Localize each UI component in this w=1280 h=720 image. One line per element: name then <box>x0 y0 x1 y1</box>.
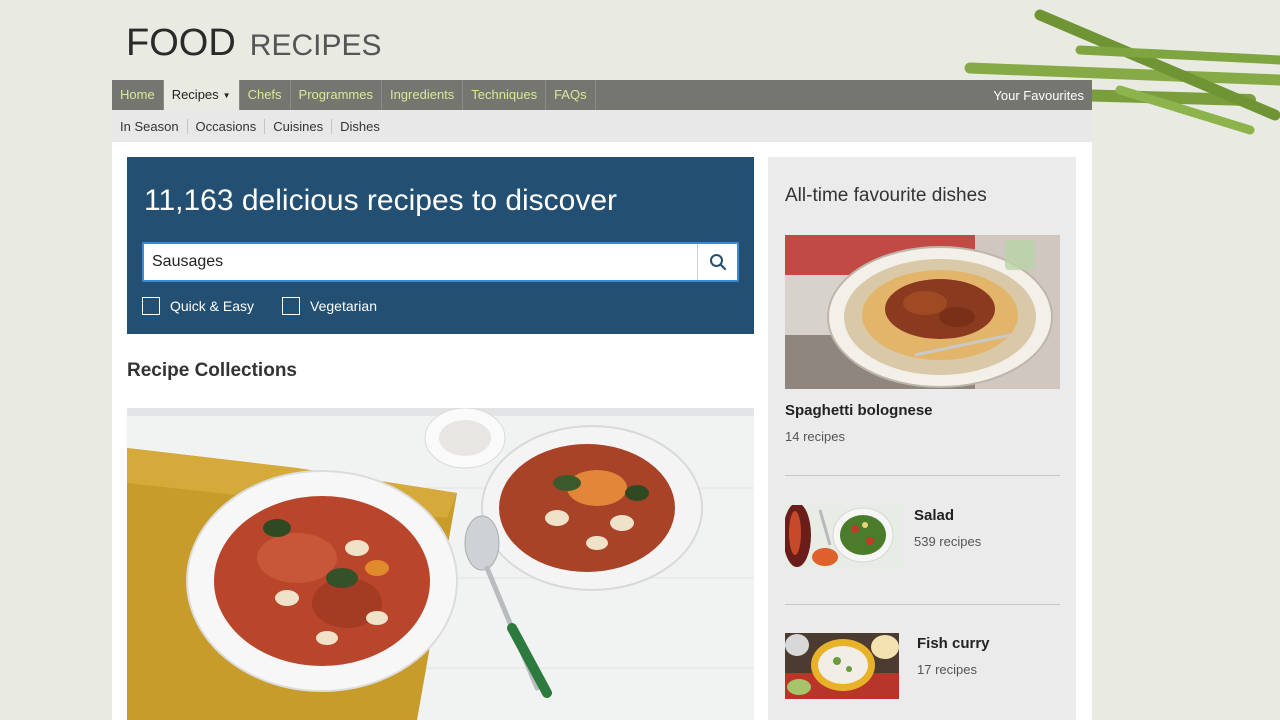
subnav-dishes[interactable]: Dishes <box>332 119 388 134</box>
favourite-dishes-title: All-time favourite dishes <box>785 185 987 206</box>
sub-nav: In Season Occasions Cuisines Dishes <box>112 110 1092 142</box>
filter-vegetarian[interactable]: Vegetarian <box>282 297 377 315</box>
featured-dish-name[interactable]: Spaghetti bolognese <box>785 402 933 419</box>
recipe-search-panel: 11,163 delicious recipes to discover Qui… <box>127 157 754 334</box>
collection-image[interactable] <box>127 408 754 720</box>
nav-faqs[interactable]: FAQs <box>546 80 596 110</box>
main-content: 11,163 delicious recipes to discover Qui… <box>112 142 1092 720</box>
salad-name[interactable]: Salad <box>914 507 954 524</box>
hero-title: 11,163 delicious recipes to discover <box>144 184 618 217</box>
search-icon <box>709 254 726 271</box>
recipe-collections-title: Recipe Collections <box>127 360 297 381</box>
logo-food: FOOD <box>126 22 236 64</box>
logo-recipes: RECIPES <box>249 29 382 62</box>
search-filters: Quick & Easy Vegetarian <box>142 297 377 315</box>
filter-vegetarian-label: Vegetarian <box>310 298 377 314</box>
nav-home[interactable]: Home <box>112 80 164 110</box>
fish-curry-count: 17 recipes <box>917 662 977 677</box>
spaghetti-bolognese-image[interactable] <box>785 235 1060 389</box>
site-logo[interactable]: FOOD RECIPES <box>126 22 382 65</box>
favourite-dishes-panel: All-time favourite dishes Spaghetti bolo… <box>768 157 1076 720</box>
main-nav: Home Recipes ▼ Chefs Programmes Ingredien… <box>112 80 1092 110</box>
nav-ingredients[interactable]: Ingredients <box>382 80 464 110</box>
subnav-cuisines[interactable]: Cuisines <box>265 118 333 134</box>
nav-chefs[interactable]: Chefs <box>240 80 291 110</box>
filter-quick-easy[interactable]: Quick & Easy <box>142 297 254 315</box>
search-input[interactable] <box>144 244 697 280</box>
divider <box>785 475 1060 476</box>
salad-count: 539 recipes <box>914 534 982 549</box>
salad-image[interactable] <box>785 505 899 569</box>
nav-your-favourites[interactable]: Your Favourites <box>993 88 1092 103</box>
divider <box>785 604 1060 605</box>
subnav-in-season[interactable]: In Season <box>112 118 188 134</box>
vegetarian-checkbox[interactable] <box>282 297 301 315</box>
search-box <box>142 242 739 282</box>
search-button[interactable] <box>697 244 737 280</box>
fish-curry-name[interactable]: Fish curry <box>917 635 990 652</box>
caret-down-icon: ▼ <box>222 90 231 100</box>
quick-easy-checkbox[interactable] <box>142 297 160 315</box>
filter-quick-easy-label: Quick & Easy <box>170 298 255 314</box>
fish-curry-image[interactable] <box>785 633 899 699</box>
nav-programmes[interactable]: Programmes <box>291 80 382 110</box>
nav-techniques[interactable]: Techniques <box>463 80 547 110</box>
subnav-occasions[interactable]: Occasions <box>188 118 266 134</box>
featured-dish-count: 14 recipes <box>785 429 845 444</box>
nav-recipes[interactable]: Recipes ▼ <box>163 80 240 110</box>
nav-recipes-label: Recipes <box>171 87 219 102</box>
